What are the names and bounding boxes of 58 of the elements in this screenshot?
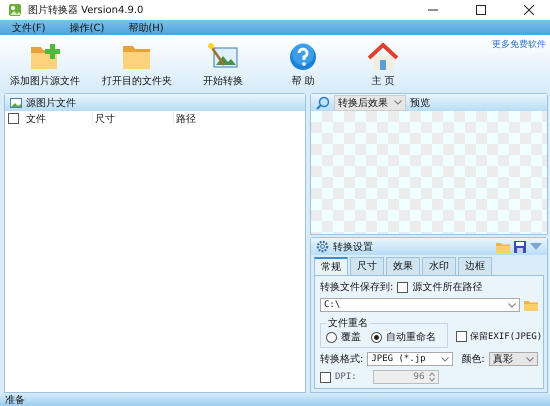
column-header[interactable]: 尺寸 <box>92 112 173 126</box>
radio-label: 自动重命名 <box>386 330 436 344</box>
column-header[interactable]: 文件 <box>26 112 92 126</box>
group-title: 文件重名 <box>327 316 369 330</box>
format-dropdown[interactable]: JPEG (*.jp <box>367 352 454 366</box>
toolbar-button[interactable]: 开始转换 <box>194 43 252 88</box>
radio-label: 覆盖 <box>341 330 361 344</box>
toolbar-button[interactable]: 添加图片源文件 <box>10 43 80 88</box>
gear-icon <box>316 240 329 253</box>
checkbox[interactable] <box>456 331 467 342</box>
menu-item[interactable]: 帮助(H) <box>128 20 164 34</box>
caret-icon <box>441 356 450 362</box>
help-icon <box>289 43 317 71</box>
checkbox[interactable] <box>397 282 408 292</box>
link[interactable]: 更多免费软件 <box>492 38 546 51</box>
app-icon <box>8 3 22 17</box>
save-icon[interactable] <box>514 240 526 252</box>
field-label: 转换文件保存到: <box>320 280 394 294</box>
toolbar-button[interactable]: 打开目的文件夹 <box>102 43 172 88</box>
checkbox-label: 保留EXIF(JPEG) <box>470 330 542 343</box>
field-label: 转换格式: <box>320 352 364 366</box>
tab[interactable]: 效果 <box>386 257 420 275</box>
folder-icon <box>122 43 152 71</box>
tab[interactable]: 常规 <box>314 257 348 275</box>
menu-item[interactable]: 文件(F) <box>12 20 46 34</box>
tab[interactable]: 水印 <box>422 257 456 275</box>
toolbar-button[interactable]: 主 页 <box>354 43 412 88</box>
folder-plus-icon <box>30 43 60 71</box>
column-header[interactable]: 路径 <box>173 112 196 126</box>
magnifier-icon <box>316 96 330 110</box>
select-all-checkbox[interactable] <box>8 113 19 124</box>
color-dropdown[interactable]: 真彩 <box>488 352 538 366</box>
house-icon <box>368 43 398 71</box>
maximize-icon[interactable] <box>476 5 486 15</box>
field-label: 颜色: <box>461 352 485 366</box>
image-icon <box>10 98 22 108</box>
radio-button[interactable] <box>371 332 382 342</box>
caret-icon <box>394 100 402 105</box>
radio-button[interactable] <box>326 332 337 342</box>
panel-title: 源图片文件 <box>26 96 76 110</box>
spinner-arrows-icon[interactable] <box>428 372 435 382</box>
checkbox-label: DPI: <box>335 372 357 382</box>
panel-title: 预览 <box>410 96 430 110</box>
caret-icon <box>526 356 534 362</box>
panel-title: 转换设置 <box>333 240 373 254</box>
status-text: 准备 <box>5 394 25 406</box>
tab[interactable]: 边框 <box>458 257 492 275</box>
window-title: 图片转换器 Version4.9.0 <box>28 4 144 17</box>
preview-mode-dropdown[interactable]: 转换后效果 <box>334 94 406 110</box>
close-icon[interactable] <box>524 5 534 15</box>
caret-icon <box>508 302 516 308</box>
tab[interactable]: 尺寸 <box>350 257 384 275</box>
checkbox-label: 源文件所在路径 <box>412 280 482 294</box>
dpi-spinner[interactable]: 96 <box>372 370 439 384</box>
output-path-field[interactable]: C:\ <box>320 298 520 312</box>
toolbar-button[interactable]: 帮 助 <box>274 43 332 88</box>
menu-item[interactable]: 操作(C) <box>70 20 104 34</box>
checkbox[interactable] <box>320 372 331 382</box>
